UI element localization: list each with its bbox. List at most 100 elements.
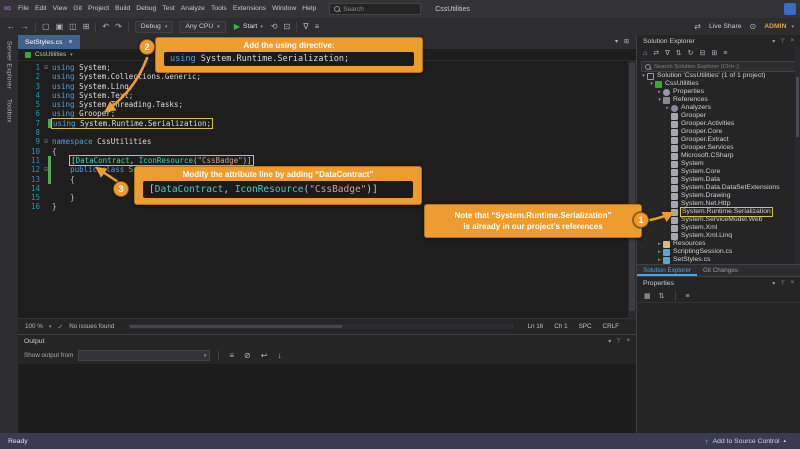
clear-all-icon[interactable]: ⊘ xyxy=(241,347,254,364)
panel-tab-solution-explorer[interactable]: Solution Explorer xyxy=(637,265,697,276)
tool-tab-toolbox[interactable]: Toolbox xyxy=(6,99,13,123)
alphabetical-icon[interactable]: ⇅ xyxy=(658,288,666,305)
tree-item-system-runtime-serialization[interactable]: System.Runtime.Serialization xyxy=(637,208,795,216)
health-check-icon[interactable]: ✓ xyxy=(57,323,63,331)
break-all-icon[interactable]: ⊡ xyxy=(281,18,294,35)
tree-item-setstyles-cs[interactable]: ▸SetStyles.cs xyxy=(637,256,795,264)
save-all-icon[interactable]: ⊞ xyxy=(80,18,93,35)
refresh-icon[interactable]: ↻ xyxy=(687,48,695,60)
forward-icon[interactable]: → xyxy=(18,18,32,35)
pin-icon[interactable]: ⊤ xyxy=(616,338,621,345)
window-menu-icon[interactable]: ▾ xyxy=(772,280,775,287)
start-debugging-button[interactable]: ▶ Start ▾ xyxy=(234,22,263,31)
output-source-dropdown[interactable]: ▾ xyxy=(78,350,210,361)
scrollbar-thumb[interactable] xyxy=(629,63,635,311)
window-menu-icon[interactable]: ▾ xyxy=(772,38,775,45)
expand-chevron-icon[interactable]: ▸ xyxy=(656,248,663,256)
signed-in-user-button[interactable]: ADMIN xyxy=(764,23,786,30)
expand-chevron-icon[interactable]: ▸ xyxy=(656,88,663,96)
close-icon[interactable]: × xyxy=(626,338,630,345)
properties-icon[interactable]: ≡ xyxy=(722,48,728,60)
editor-horizontal-scrollbar[interactable] xyxy=(128,324,513,329)
open-file-icon[interactable]: ▣ xyxy=(53,18,67,35)
pin-icon[interactable]: ⊤ xyxy=(780,38,785,45)
tree-item-properties[interactable]: ▸Properties xyxy=(637,88,795,96)
code-line-9[interactable]: 9⊟namespace CssUtilities xyxy=(18,137,636,146)
find-message-icon[interactable]: ≡ xyxy=(226,347,237,364)
solution-explorer-search-box[interactable]: Search Solution Explorer (Ctrl+;) xyxy=(641,61,796,72)
tree-item-system-net-http[interactable]: System.Net.Http xyxy=(637,200,795,208)
collapse-all-icon[interactable]: ⊟ xyxy=(699,48,707,60)
active-files-dropdown-icon[interactable]: ▾ xyxy=(612,35,621,49)
tree-item-system-core[interactable]: System.Core xyxy=(637,168,795,176)
expand-chevron-icon[interactable]: ▾ xyxy=(648,80,655,88)
code-line-6[interactable]: 6using Grooper; xyxy=(18,109,636,118)
tree-item-analyzers[interactable]: ▸Analyzers xyxy=(637,104,795,112)
save-icon[interactable]: ◫ xyxy=(66,18,80,35)
quick-search-box[interactable]: Search xyxy=(329,3,421,15)
notifications-icon[interactable]: ⊙ xyxy=(747,18,760,35)
configuration-dropdown[interactable]: Debug ▾ xyxy=(135,21,174,33)
word-wrap-icon[interactable]: ↩ xyxy=(258,347,271,364)
menu-debug[interactable]: Debug xyxy=(133,0,159,18)
autoscroll-icon[interactable]: ↓ xyxy=(274,347,284,364)
property-pages-icon[interactable]: ≡ xyxy=(685,288,691,305)
redo-icon[interactable]: ↷ xyxy=(112,18,125,35)
menu-help[interactable]: Help xyxy=(299,0,319,18)
add-to-source-control-button[interactable]: Add to Source Control xyxy=(713,438,780,445)
tree-item-system-xml-linq[interactable]: System.Xml.Linq xyxy=(637,232,795,240)
hot-reload-icon[interactable]: ⟲ xyxy=(268,18,281,35)
float-window-icon[interactable]: ⊞ xyxy=(621,35,632,49)
menu-analyze[interactable]: Analyze xyxy=(178,0,208,18)
spaces-indicator[interactable]: SPC xyxy=(579,323,592,330)
menu-file[interactable]: File xyxy=(15,0,32,18)
tree-item-grooper-activities[interactable]: Grooper.Activities xyxy=(637,120,795,128)
editor-vertical-scrollbar[interactable] xyxy=(628,61,636,318)
project-dropdown[interactable]: CssUtilities xyxy=(35,51,66,58)
menu-project[interactable]: Project xyxy=(85,0,112,18)
code-line-3[interactable]: 3using System.Linq; xyxy=(18,82,636,91)
live-share-button[interactable]: Live Share xyxy=(709,23,742,30)
menu-window[interactable]: Window xyxy=(269,0,299,18)
close-icon[interactable]: × xyxy=(790,280,794,287)
tree-item-system[interactable]: System xyxy=(637,160,795,168)
close-icon[interactable]: × xyxy=(790,38,794,45)
tree-vertical-scrollbar[interactable] xyxy=(795,47,800,264)
platform-dropdown[interactable]: Any CPU ▾ xyxy=(179,21,225,33)
show-all-files-icon[interactable]: ⊞ xyxy=(710,48,718,60)
tree-item-grooper-core[interactable]: Grooper.Core xyxy=(637,128,795,136)
output-content[interactable] xyxy=(18,364,636,433)
expand-chevron-icon[interactable]: ▾ xyxy=(640,72,647,80)
properties-content[interactable] xyxy=(637,303,800,433)
tree-item-cssutilities[interactable]: ▾CssUtilities xyxy=(637,80,795,88)
code-line-7[interactable]: 7using System.Runtime.Serialization; xyxy=(18,119,636,128)
tree-item-system-data-datasetextensions[interactable]: System.Data.DataSetExtensions xyxy=(637,184,795,192)
live-share-icon[interactable]: ⇄ xyxy=(691,18,704,35)
code-line-10[interactable]: 10{ xyxy=(18,147,636,156)
pin-icon[interactable]: ⊤ xyxy=(780,280,785,287)
tree-item-grooper-services[interactable]: Grooper.Services xyxy=(637,144,795,152)
user-avatar[interactable] xyxy=(784,3,796,15)
menu-git[interactable]: Git xyxy=(70,0,85,18)
menu-view[interactable]: View xyxy=(50,0,71,18)
tree-item-grooper[interactable]: Grooper xyxy=(637,112,795,120)
zoom-dropdown[interactable]: 100 % xyxy=(25,323,43,330)
new-file-icon[interactable]: ▢ xyxy=(39,18,53,35)
code-line-11[interactable]: 11 [DataContract, IconResource("CssBadge… xyxy=(18,156,636,165)
tree-item-resources[interactable]: ▸Resources xyxy=(637,240,795,248)
expand-chevron-icon[interactable]: ▾ xyxy=(656,96,663,104)
tree-item-system-xml[interactable]: System.Xml xyxy=(637,224,795,232)
solution-configurations-icon[interactable]: ≡ xyxy=(312,18,323,35)
sync-with-active-document-icon[interactable]: ⇅ xyxy=(675,48,683,60)
code-line-4[interactable]: 4using System.Text; xyxy=(18,91,636,100)
close-icon[interactable]: × xyxy=(68,39,72,46)
scrollbar-thumb[interactable] xyxy=(130,325,342,328)
tree-item-grooper-extract[interactable]: Grooper.Extract xyxy=(637,136,795,144)
back-icon[interactable]: ← xyxy=(4,18,18,35)
window-menu-icon[interactable]: ▾ xyxy=(608,338,611,345)
pending-changes-filter-icon[interactable]: ∇ xyxy=(664,48,671,60)
tree-item-system-servicemodel-web[interactable]: System.ServiceModel.Web xyxy=(637,216,795,224)
code-line-8[interactable]: 8 xyxy=(18,128,636,137)
code-line-2[interactable]: 2using System.Collections.Generic; xyxy=(18,72,636,81)
switch-views-icon[interactable]: ⇄ xyxy=(652,48,660,60)
